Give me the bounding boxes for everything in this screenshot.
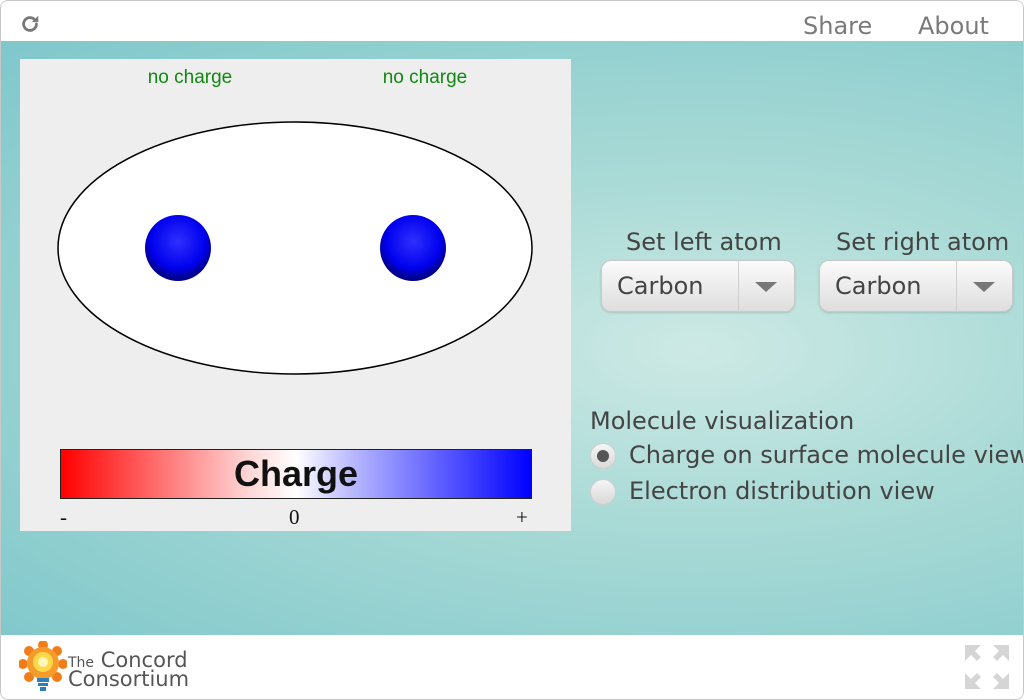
app-frame: Share About no charge no charge Charge -… [0, 0, 1024, 700]
select-divider [738, 261, 739, 311]
concord-lightbulb-logo-icon [19, 641, 67, 691]
top-bar: Share About [1, 1, 1023, 41]
radio-button[interactable] [590, 479, 616, 505]
left-atom-select-value: Carbon [617, 272, 704, 300]
molecule-surface [57, 121, 533, 375]
molecule-panel: no charge no charge Charge - 0 + [20, 59, 571, 531]
fullscreen-icon[interactable] [963, 643, 1011, 691]
charge-color-scale: Charge [60, 449, 532, 499]
brand-name-line2: Consortium [68, 667, 190, 691]
right-atom-select-value: Carbon [835, 272, 922, 300]
radio-dot [597, 450, 609, 462]
left-atom-select[interactable]: Carbon [601, 260, 795, 312]
right-atom-select[interactable]: Carbon [819, 260, 1013, 312]
main-stage: no charge no charge Charge - 0 + Set lef… [1, 41, 1024, 635]
scale-max-label: + [516, 505, 528, 529]
left-atom-label: Set left atom [626, 228, 782, 256]
right-atom-label: Set right atom [836, 228, 1010, 256]
scale-min-label: - [60, 505, 67, 529]
charge-scale-title: Charge [233, 453, 359, 494]
molecule-view [57, 121, 533, 375]
radio-button-selected[interactable] [590, 443, 616, 469]
scale-zero-label: 0 [289, 505, 300, 529]
about-link[interactable]: About [918, 12, 989, 40]
right-atom [380, 215, 446, 281]
chevron-down-icon [973, 282, 995, 292]
left-atom [145, 215, 211, 281]
footer: The Concord Consortium [1, 635, 1023, 699]
chevron-down-icon [755, 282, 777, 292]
radio-label: Charge on surface molecule view [629, 441, 1024, 469]
radio-label: Electron distribution view [629, 477, 935, 505]
select-divider [956, 261, 957, 311]
share-link[interactable]: Share [803, 12, 872, 40]
reload-icon[interactable] [19, 13, 41, 35]
visualization-title: Molecule visualization [590, 407, 855, 435]
